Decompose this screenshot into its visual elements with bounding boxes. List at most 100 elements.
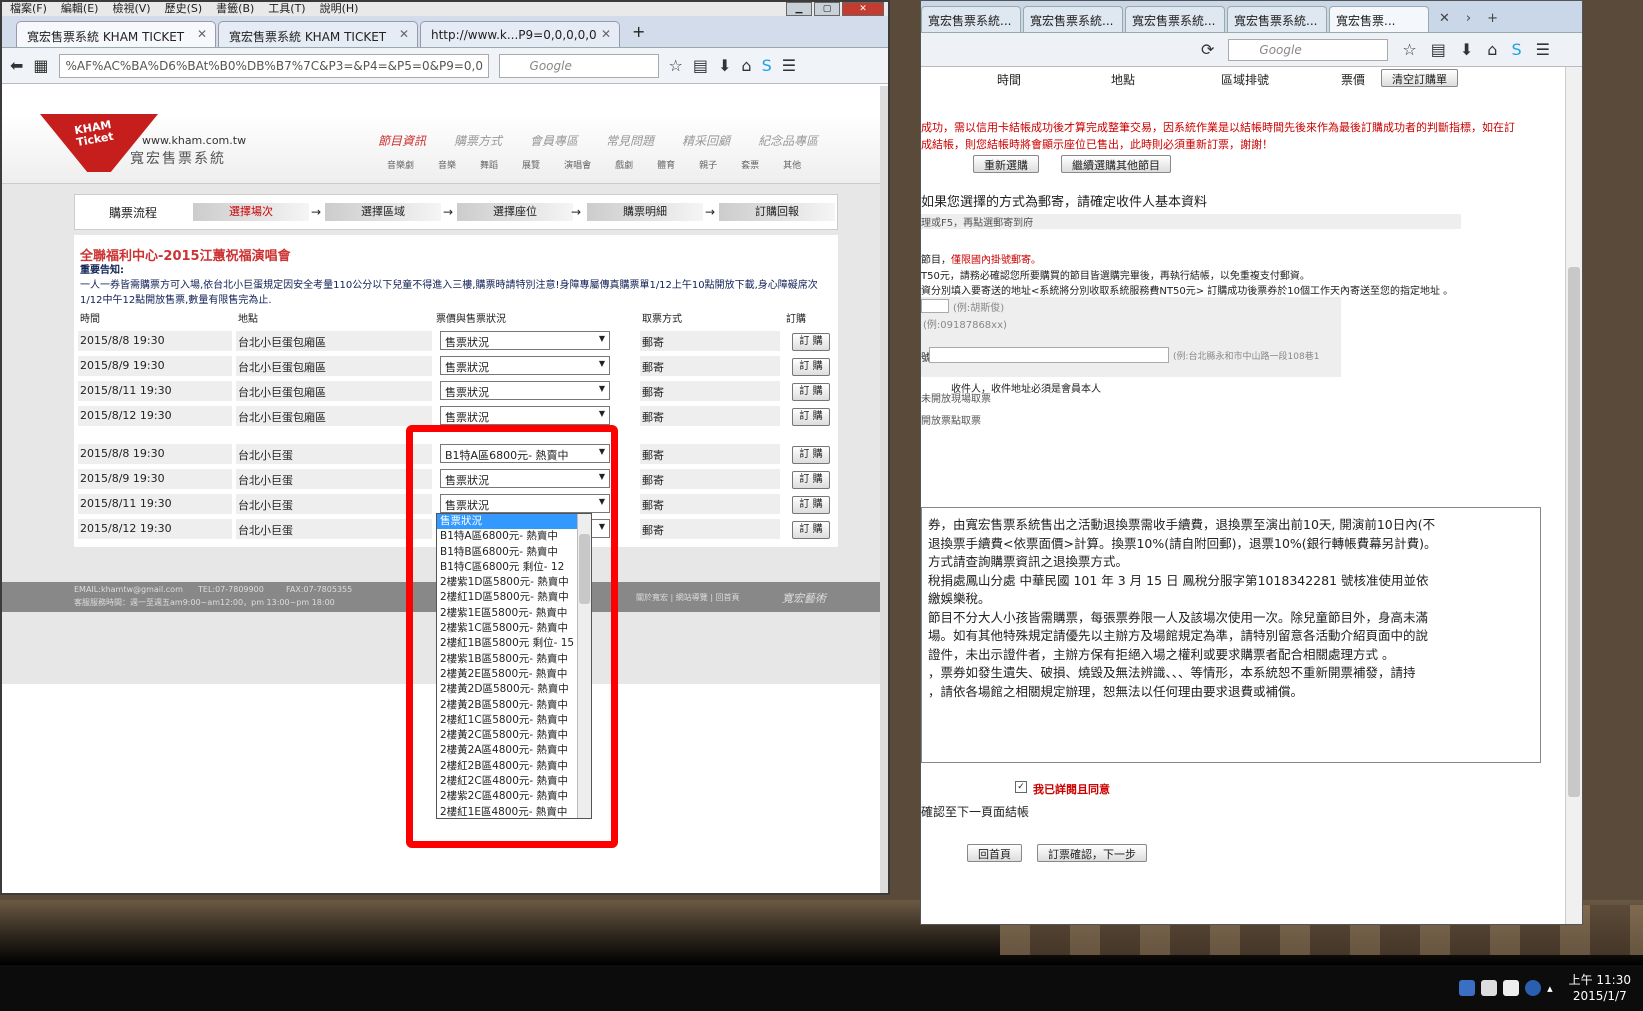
order-button[interactable]: 訂 購 bbox=[792, 471, 830, 489]
menu-tools[interactable]: 工具(T) bbox=[268, 2, 305, 16]
help-icon[interactable] bbox=[1525, 980, 1542, 996]
download-icon[interactable]: ⬇ bbox=[718, 56, 731, 75]
clock[interactable]: 上午 11:30 2015/1/7 bbox=[1569, 972, 1631, 1004]
subnav-item[interactable]: 其他 bbox=[783, 158, 801, 171]
close-icon[interactable]: ✕ bbox=[601, 27, 611, 41]
menu-icon[interactable]: ☰ bbox=[1536, 40, 1550, 59]
order-button[interactable]: 訂 購 bbox=[792, 408, 830, 426]
search-input[interactable]: Google bbox=[498, 53, 659, 78]
subnav-item[interactable]: 套票 bbox=[741, 158, 759, 171]
subnav-item[interactable]: 戲劇 bbox=[615, 158, 633, 171]
menu-icon[interactable]: ☰ bbox=[782, 56, 796, 75]
reading-list-icon[interactable]: ▤ bbox=[693, 56, 708, 75]
fee-note-1: T50元，請務必確認您所要購買的節目皆選購完畢後，再執行結帳，以免重複支付郵資。 bbox=[921, 271, 1310, 282]
subnav-item[interactable]: 親子 bbox=[699, 158, 717, 171]
tab[interactable]: 寬宏售票系統... bbox=[921, 6, 1021, 32]
chevron-right-icon[interactable]: › bbox=[1458, 5, 1479, 32]
menu-view[interactable]: 檢視(V) bbox=[112, 2, 150, 16]
clear-cart-button[interactable]: 清空訂購單 bbox=[1381, 69, 1458, 87]
tab-groups-icon[interactable]: ▦ bbox=[33, 56, 48, 75]
scrollbar[interactable] bbox=[880, 86, 888, 893]
session-time: 2015/8/11 19:30 bbox=[78, 494, 232, 514]
browser-window-left: 檔案(F) 編輯(E) 檢視(V) 歷史(S) 書籤(B) 工具(T) 說明(H… bbox=[0, 0, 890, 895]
step-select-area: 選擇區域 bbox=[325, 203, 441, 221]
skype-icon[interactable]: S bbox=[762, 56, 772, 75]
name-input[interactable] bbox=[921, 299, 949, 313]
scrollbar[interactable] bbox=[1565, 67, 1582, 924]
menu-file[interactable]: 檔案(F) bbox=[10, 2, 47, 16]
subnav-item[interactable]: 舞蹈 bbox=[480, 158, 498, 171]
home-button[interactable]: 回首頁 bbox=[967, 844, 1022, 862]
close-icon[interactable]: ✕ bbox=[1431, 5, 1458, 32]
subnav-item[interactable]: 體育 bbox=[657, 158, 675, 171]
skype-icon[interactable]: S bbox=[1511, 40, 1521, 59]
order-button[interactable]: 訂 購 bbox=[792, 333, 830, 351]
maximize-button[interactable]: ▢ bbox=[814, 2, 840, 16]
minimize-button[interactable]: ▁ bbox=[786, 2, 812, 16]
tab-active[interactable]: 寬宏售票系統 KHAM TICKET ✕ bbox=[16, 21, 216, 47]
chevron-up-icon[interactable]: ▴ bbox=[1547, 982, 1553, 995]
order-button[interactable]: 訂 購 bbox=[792, 383, 830, 401]
address-input[interactable] bbox=[929, 347, 1169, 363]
close-icon[interactable]: ✕ bbox=[197, 27, 207, 41]
order-button[interactable]: 訂 購 bbox=[792, 496, 830, 514]
continue-shopping-button[interactable]: 繼續選購其他節目 bbox=[1061, 155, 1171, 173]
menu-history[interactable]: 歷史(S) bbox=[165, 2, 203, 16]
order-button[interactable]: 訂 購 bbox=[792, 446, 830, 464]
agree-checkbox[interactable]: ✓ bbox=[1015, 781, 1027, 793]
ticket-status-select[interactable]: 售票狀況▼ bbox=[440, 406, 610, 425]
session-venue: 台北小巨蛋 bbox=[236, 469, 432, 489]
tab[interactable]: http://www.k...P9=0,0,0,0,0 ✕ bbox=[420, 21, 620, 47]
tab[interactable]: 寬宏售票系統... bbox=[1227, 6, 1327, 32]
menu-help[interactable]: 說明(H) bbox=[320, 2, 359, 16]
subnav-item[interactable]: 展覽 bbox=[522, 158, 540, 171]
ticket-status-select[interactable]: 售票狀況▼ bbox=[440, 356, 610, 375]
ticket-status-select[interactable]: 售票狀況▼ bbox=[440, 331, 610, 350]
footer-links[interactable]: 關於寬宏 | 網站導覽 | 回首頁 bbox=[636, 592, 740, 603]
close-window-button[interactable]: ✕ bbox=[842, 2, 884, 16]
ticket-status-select[interactable]: 售票狀況▼ bbox=[440, 381, 610, 400]
url-bar[interactable]: %AF%AC%BA%D6%BAt%B0%DB%B7%7C&P3=&P4=&P5=… bbox=[58, 53, 489, 78]
home-icon[interactable]: ⌂ bbox=[1487, 40, 1497, 59]
subnav-item[interactable]: 音樂劇 bbox=[387, 158, 414, 171]
search-input[interactable]: Google bbox=[1228, 38, 1389, 61]
plus-icon[interactable]: + bbox=[1479, 5, 1506, 32]
pickup-method: 郵寄 bbox=[640, 519, 780, 539]
col-time: 時間 bbox=[80, 314, 100, 325]
star-icon[interactable]: ☆ bbox=[1402, 40, 1416, 59]
reselect-button[interactable]: 重新選購 bbox=[973, 155, 1039, 173]
nav-how-to-buy[interactable]: 購票方式 bbox=[454, 132, 502, 149]
nav-faq[interactable]: 常見問題 bbox=[606, 132, 654, 149]
confirm-next-button[interactable]: 訂票確認，下一步 bbox=[1037, 844, 1147, 862]
tab[interactable]: 寬宏售票系統... bbox=[1023, 6, 1123, 32]
download-icon[interactable]: ⬇ bbox=[1460, 40, 1473, 59]
reading-list-icon[interactable]: ▤ bbox=[1431, 40, 1446, 59]
keyboard-icon[interactable] bbox=[1503, 980, 1520, 996]
step-select-session: 選擇場次 bbox=[193, 203, 309, 221]
ime-icon[interactable] bbox=[1481, 980, 1498, 996]
tab-bar: 寬宏售票系統... 寬宏售票系統... 寬宏售票系統... 寬宏售票系統... … bbox=[921, 1, 1582, 33]
scroll-thumb[interactable] bbox=[1568, 267, 1580, 797]
order-button[interactable]: 訂 購 bbox=[792, 358, 830, 376]
tab[interactable]: 寬宏售票系統... bbox=[1125, 6, 1225, 32]
subnav-item[interactable]: 演唱會 bbox=[564, 158, 591, 171]
close-icon[interactable]: ✕ bbox=[399, 27, 409, 41]
menu-edit[interactable]: 編輯(E) bbox=[61, 2, 99, 16]
network-icon[interactable] bbox=[1459, 980, 1476, 996]
nav-souvenir[interactable]: 紀念品專區 bbox=[758, 132, 818, 149]
home-icon[interactable]: ⌂ bbox=[741, 56, 751, 75]
new-tab-icon[interactable]: + bbox=[622, 16, 655, 47]
terms-textarea[interactable]: 券，由寬宏售票系統售出之活動退換票需收手續費，退換票至演出前10天, 開演前10… bbox=[921, 507, 1541, 763]
star-icon[interactable]: ☆ bbox=[669, 56, 683, 75]
subnav-item[interactable]: 音樂 bbox=[438, 158, 456, 171]
nav-review[interactable]: 精采回顧 bbox=[682, 132, 730, 149]
order-button[interactable]: 訂 購 bbox=[792, 521, 830, 539]
tab-active[interactable]: 寬宏售票... bbox=[1329, 6, 1429, 32]
reload-icon[interactable]: ⟳ bbox=[1201, 40, 1214, 59]
back-icon[interactable]: ⬅ bbox=[10, 56, 23, 75]
nav-program-info[interactable]: 節目資訊 bbox=[378, 132, 426, 149]
menu-bookmarks[interactable]: 書籤(B) bbox=[216, 2, 254, 16]
chevron-down-icon: ▼ bbox=[598, 409, 605, 418]
tab[interactable]: 寬宏售票系統 KHAM TICKET ✕ bbox=[218, 21, 418, 47]
nav-member[interactable]: 會員專區 bbox=[530, 132, 578, 149]
